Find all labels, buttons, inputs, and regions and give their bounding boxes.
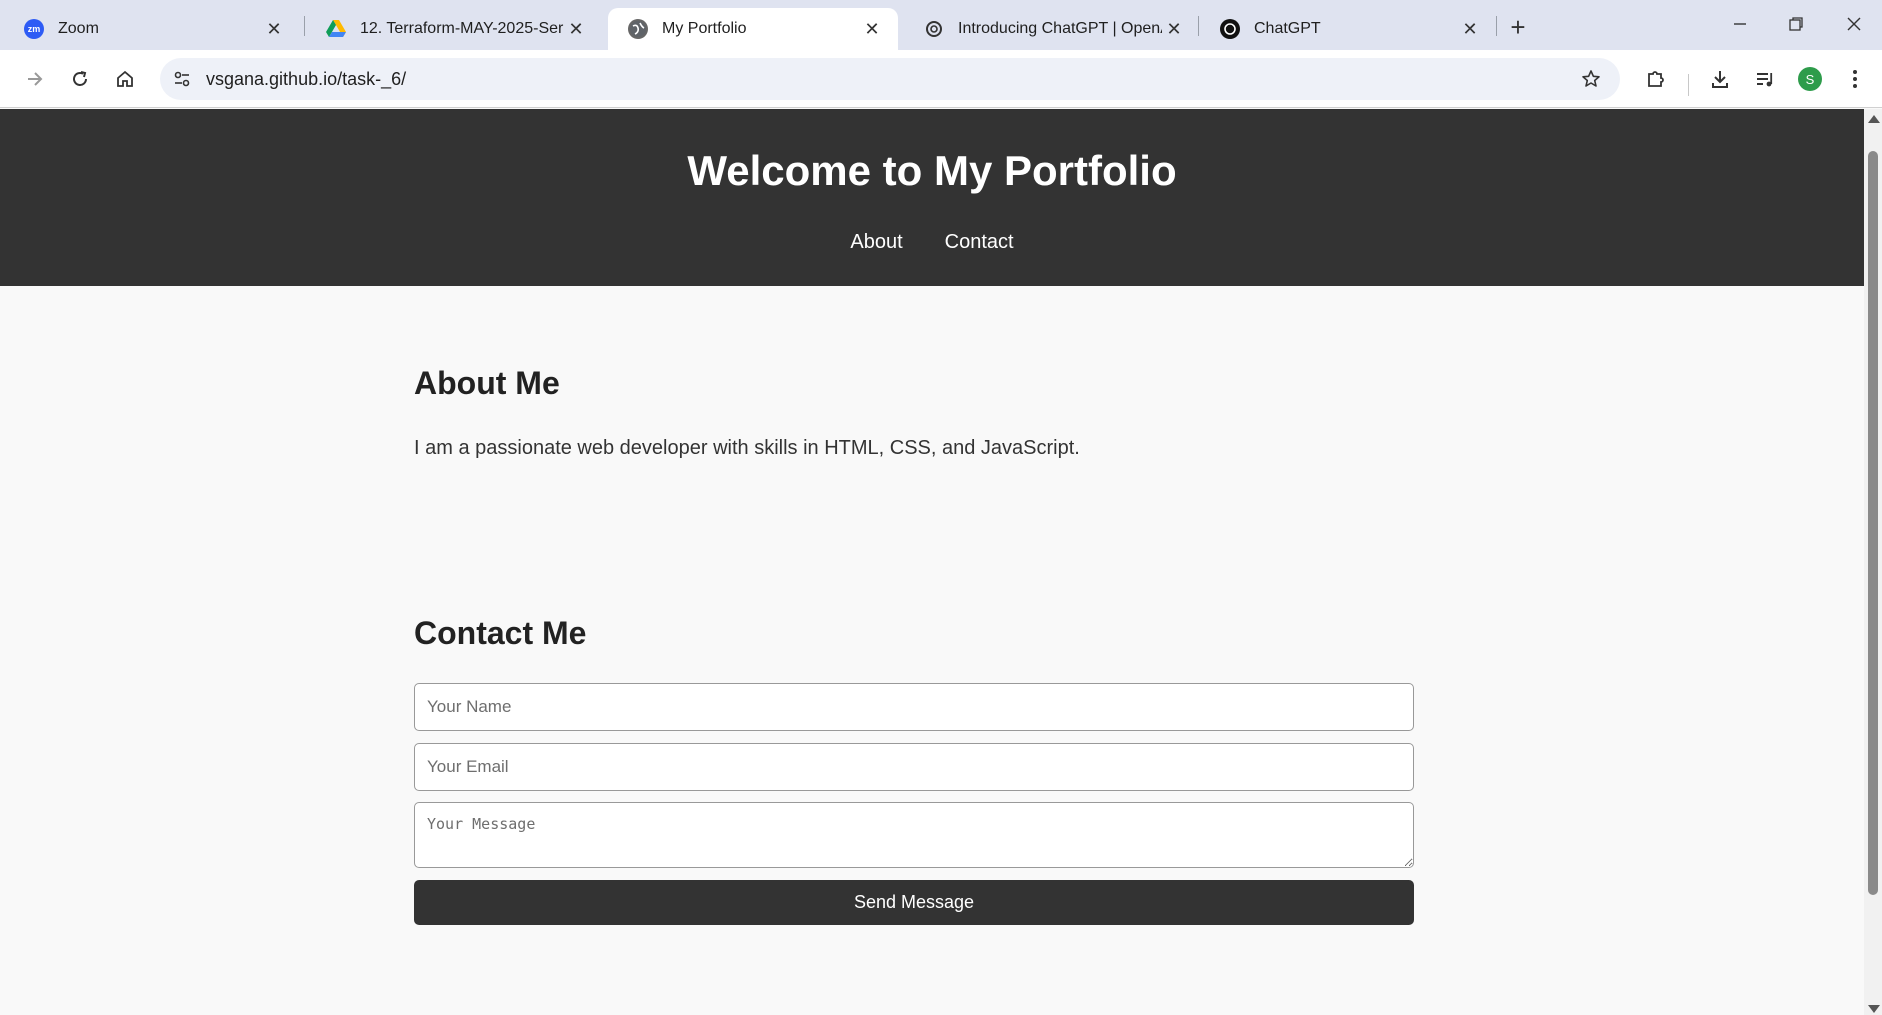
tab-label: My Portfolio (662, 20, 747, 37)
site-header: Welcome to My Portfolio About Contact (0, 109, 1864, 286)
extensions-button[interactable] (1639, 62, 1673, 96)
new-tab-button[interactable]: + (1503, 12, 1533, 42)
close-icon[interactable]: ✕ (860, 17, 884, 41)
arrow-right-icon (28, 72, 43, 86)
send-message-button[interactable]: Send Message (414, 880, 1414, 925)
home-button[interactable] (108, 62, 142, 96)
tab-label: ChatGPT (1254, 20, 1321, 37)
tab-label: 12. Terraform-MAY-2025-Series (360, 20, 564, 37)
tab-label: Introducing ChatGPT | OpenAI (958, 20, 1162, 37)
downloads-button[interactable] (1703, 62, 1737, 96)
close-icon[interactable]: ✕ (1162, 17, 1186, 41)
browser-menu-button[interactable] (1838, 62, 1872, 96)
close-icon[interactable]: ✕ (564, 17, 588, 41)
close-icon (1847, 17, 1861, 31)
forward-button[interactable] (18, 62, 52, 96)
minimize-icon (1734, 23, 1746, 25)
about-heading: About Me (414, 365, 560, 401)
address-bar[interactable]: vsgana.github.io/task-_6/ (160, 58, 1620, 100)
toolbar-divider (1688, 74, 1689, 96)
email-input[interactable] (414, 743, 1414, 791)
openai-icon (924, 19, 944, 39)
page-viewport: Welcome to My Portfolio About Contact Ab… (0, 109, 1864, 1015)
tab-separator (1496, 16, 1497, 36)
zoom-icon: zm (24, 19, 44, 39)
restore-icon (1789, 17, 1803, 31)
close-icon[interactable]: ✕ (1458, 17, 1482, 41)
tab-chatgpt[interactable]: ChatGPT ✕ (1200, 8, 1496, 50)
about-text: I am a passionate web developer with ski… (414, 437, 1080, 459)
bookmark-star-icon[interactable] (1574, 62, 1608, 96)
tab-separator (1198, 16, 1199, 36)
scroll-down-icon[interactable] (1868, 1005, 1880, 1013)
more-vert-icon (1853, 70, 1857, 88)
home-icon (117, 70, 133, 87)
reload-icon (73, 71, 87, 86)
globe-icon (628, 19, 648, 39)
site-nav: About Contact (0, 231, 1864, 254)
chatgpt-icon (1220, 19, 1240, 39)
scroll-thumb[interactable] (1868, 151, 1878, 895)
contact-heading: Contact Me (414, 615, 587, 651)
nav-link-contact[interactable]: Contact (945, 231, 1014, 254)
close-icon[interactable]: ✕ (262, 17, 286, 41)
site-info-icon[interactable] (164, 61, 200, 97)
browser-toolbar: vsgana.github.io/task-_6/ (0, 50, 1882, 108)
tab-separator (304, 16, 305, 36)
tab-zoom[interactable]: zm Zoom ✕ (4, 8, 300, 50)
url-text: vsgana.github.io/task-_6/ (206, 68, 407, 89)
tab-terraform[interactable]: 12. Terraform-MAY-2025-Series ✕ (306, 8, 602, 50)
message-textarea[interactable] (414, 802, 1414, 868)
name-input[interactable] (414, 683, 1414, 731)
nav-link-about[interactable]: About (850, 231, 902, 254)
tab-my-portfolio[interactable]: My Portfolio ✕ (608, 8, 898, 50)
media-queue-icon (1757, 73, 1773, 87)
page-title: Welcome to My Portfolio (687, 147, 1177, 194)
profile-avatar[interactable]: S (1798, 67, 1822, 91)
tab-label: Zoom (58, 20, 99, 37)
tab-introducing-chatgpt[interactable]: Introducing ChatGPT | OpenAI ✕ (904, 8, 1200, 50)
reload-button[interactable] (63, 62, 97, 96)
close-window-button[interactable] (1826, 8, 1882, 40)
puzzle-icon (1648, 71, 1664, 87)
tab-strip: zm Zoom ✕ 12. Terraform-MAY-2025-Series … (0, 0, 1882, 50)
restore-button[interactable] (1768, 8, 1824, 40)
minimize-button[interactable] (1712, 8, 1768, 40)
google-drive-icon (326, 19, 346, 39)
page-scrollbar[interactable] (1864, 109, 1882, 1015)
scroll-up-icon[interactable] (1868, 115, 1880, 123)
media-controls-button[interactable] (1748, 62, 1782, 96)
download-icon (1712, 71, 1728, 88)
